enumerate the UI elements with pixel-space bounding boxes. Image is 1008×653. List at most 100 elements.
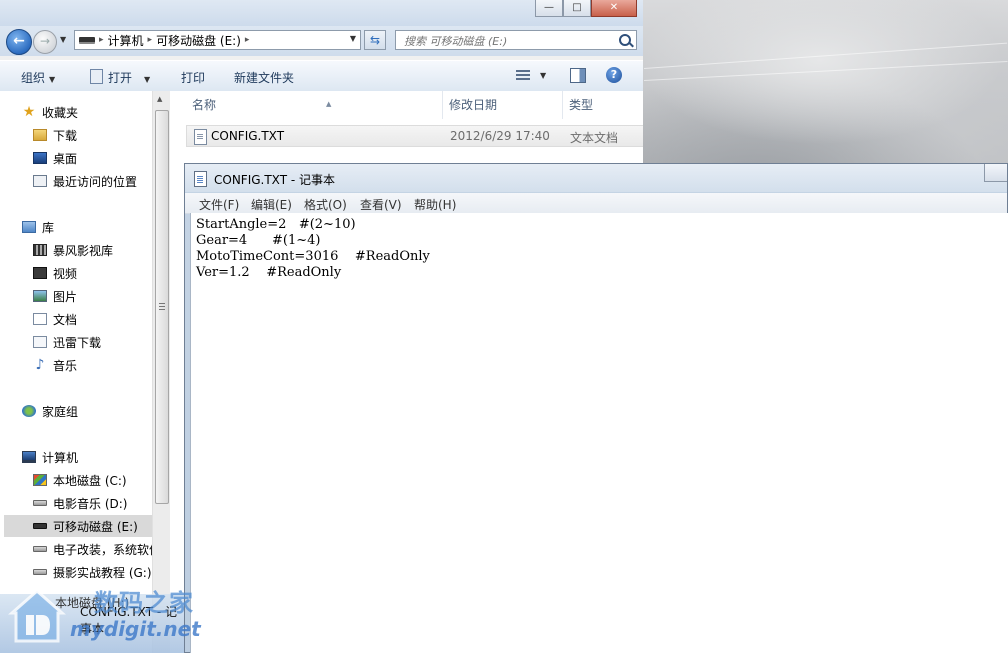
help-icon[interactable]: ? [606, 67, 622, 83]
file-name: CONFIG.TXT [211, 129, 285, 143]
nav-label: 家庭组 [42, 404, 79, 419]
nav-drive-d[interactable]: 电影音乐 (D:) [33, 492, 170, 514]
window-controls: — □ ✕ [535, 0, 637, 17]
nav-label: 文档 [53, 312, 78, 327]
column-header-date[interactable]: 修改日期 [443, 91, 563, 119]
thunder-download-icon [33, 336, 47, 348]
nav-recent-places[interactable]: 最近访问的位置 [33, 170, 170, 192]
column-header-type[interactable]: 类型 [563, 91, 643, 119]
pictures-icon [33, 290, 47, 302]
maximize-button[interactable]: □ [563, 0, 591, 17]
nav-desktop[interactable]: 桌面 [33, 147, 170, 169]
recent-pages-dropdown[interactable]: ▼ [60, 35, 66, 44]
address-dropdown-icon[interactable]: ▼ [350, 34, 356, 43]
organize-label: 组织 [21, 71, 46, 85]
nav-music[interactable]: ♪ 音乐 [33, 354, 170, 376]
new-folder-button[interactable]: 新建文件夹 [234, 69, 294, 86]
nav-drive-c[interactable]: 本地磁盘 (C:) [33, 469, 170, 491]
drive-icon [33, 500, 47, 506]
nav-video-library[interactable]: 暴风影视库 [33, 239, 170, 261]
chevron-right-icon[interactable]: ▸ [148, 35, 153, 45]
nav-drive-e[interactable]: 可移动磁盘 (E:) [4, 515, 152, 537]
print-button[interactable]: 打印 [181, 69, 205, 86]
address-bar[interactable]: ▸ 计算机 ▸ 可移动磁盘 (E:) ▸ ▼ [74, 30, 361, 50]
nav-label: 暴风影视库 [53, 243, 114, 258]
nav-label: 电子改装，系统软件 [53, 542, 152, 557]
text-file-icon [194, 129, 207, 145]
menu-edit[interactable]: 编辑(E) [251, 196, 292, 213]
music-icon: ♪ [35, 357, 45, 373]
homegroup-icon [22, 405, 36, 417]
refresh-button[interactable]: ⇆ [364, 30, 386, 50]
back-button[interactable]: ← [6, 29, 32, 55]
text-line: MotoTimeCont=3016 #ReadOnly [196, 249, 430, 264]
libraries-icon [22, 221, 36, 233]
scrollbar-thumb[interactable] [155, 110, 169, 504]
nav-downloads[interactable]: 下载 [33, 124, 170, 146]
nav-homegroup[interactable]: 家庭组 [22, 400, 170, 422]
search-box[interactable] [395, 30, 637, 50]
chevron-right-icon[interactable]: ▸ [99, 35, 104, 45]
view-options-icon[interactable] [516, 70, 530, 80]
table-row[interactable]: CONFIG.TXT 2012/6/29 17:40 文本文档 [186, 125, 643, 147]
nav-label: 计算机 [42, 450, 79, 465]
house-logo-icon [8, 589, 66, 643]
watermark-title: 数码之家 [94, 589, 194, 617]
recent-places-icon [33, 175, 47, 187]
videos-icon [33, 267, 47, 279]
menu-help[interactable]: 帮助(H) [414, 196, 456, 213]
scroll-up-icon[interactable]: ▲ [157, 95, 162, 103]
nav-scrollbar[interactable]: ▲ [152, 91, 170, 653]
menu-format[interactable]: 格式(O) [304, 196, 347, 213]
menu-view[interactable]: 查看(V) [360, 196, 402, 213]
organize-menu[interactable]: 组织 ▼ [21, 69, 55, 86]
column-header-name[interactable]: 名称 ▲ [186, 91, 443, 119]
drive-icon [79, 36, 95, 44]
file-type: 文本文档 [570, 131, 619, 145]
preview-pane-icon[interactable] [570, 68, 586, 83]
nav-label: 下载 [53, 128, 78, 143]
nav-label: 收藏夹 [42, 105, 79, 120]
nav-documents[interactable]: 文档 [33, 308, 170, 330]
notepad-text-area[interactable]: StartAngle=2 #(2~10) Gear=4 #(1~4) MotoT… [190, 213, 1008, 653]
usb-drive-icon [33, 523, 47, 529]
minimize-button[interactable]: — [535, 0, 563, 17]
breadcrumb-removable-disk[interactable]: 可移动磁盘 (E:) [156, 32, 241, 49]
nav-drive-g[interactable]: 摄影实战教程 (G:) [33, 561, 170, 583]
nav-thunder-download[interactable]: 迅雷下载 [33, 331, 170, 353]
file-date: 2012/6/29 17:40 [450, 129, 550, 143]
minimize-button[interactable] [984, 164, 1007, 182]
nav-videos[interactable]: 视频 [33, 262, 170, 284]
nav-computer[interactable]: 计算机 [22, 446, 170, 468]
open-menu[interactable]: 打开 ▼ [90, 69, 150, 86]
nav-label: 电影音乐 (D:) [53, 496, 128, 511]
chevron-right-icon[interactable]: ▸ [245, 35, 250, 45]
breadcrumb-computer[interactable]: 计算机 [108, 32, 144, 49]
navigation-bar: ← → ▼ ▸ 计算机 ▸ 可移动磁盘 (E:) ▸ ▼ ⇆ [0, 26, 643, 56]
search-input[interactable] [402, 32, 616, 50]
watermark-url: mydigit.net [70, 617, 201, 641]
nav-label: 摄影实战教程 (G:) [53, 565, 152, 580]
close-button[interactable]: ✕ [591, 0, 637, 17]
notepad-titlebar[interactable]: CONFIG.TXT - 记事本 [185, 164, 1007, 192]
search-icon[interactable] [619, 34, 631, 46]
column-name-label: 名称 [192, 98, 217, 112]
notepad-title: CONFIG.TXT - 记事本 [214, 173, 335, 187]
document-icon [90, 69, 103, 84]
nav-drive-f[interactable]: 电子改装，系统软件 [33, 538, 152, 560]
nav-label: 库 [42, 220, 55, 235]
chevron-down-icon: ▼ [49, 75, 56, 84]
nav-label: 视频 [53, 266, 78, 281]
chevron-down-icon[interactable]: ▼ [540, 71, 546, 80]
notepad-icon [194, 171, 207, 187]
nav-pictures[interactable]: 图片 [33, 285, 170, 307]
forward-button[interactable]: → [33, 30, 57, 54]
menu-file[interactable]: 文件(F) [199, 196, 239, 213]
nav-libraries[interactable]: 库 [22, 216, 170, 238]
chevron-down-icon: ▼ [144, 75, 151, 84]
nav-label: 最近访问的位置 [53, 174, 138, 189]
star-icon: ★ [22, 104, 36, 120]
nav-label: 音乐 [53, 358, 78, 373]
text-line: Gear=4 #(1~4) [196, 233, 321, 248]
nav-favorites[interactable]: ★ 收藏夹 [22, 101, 170, 123]
